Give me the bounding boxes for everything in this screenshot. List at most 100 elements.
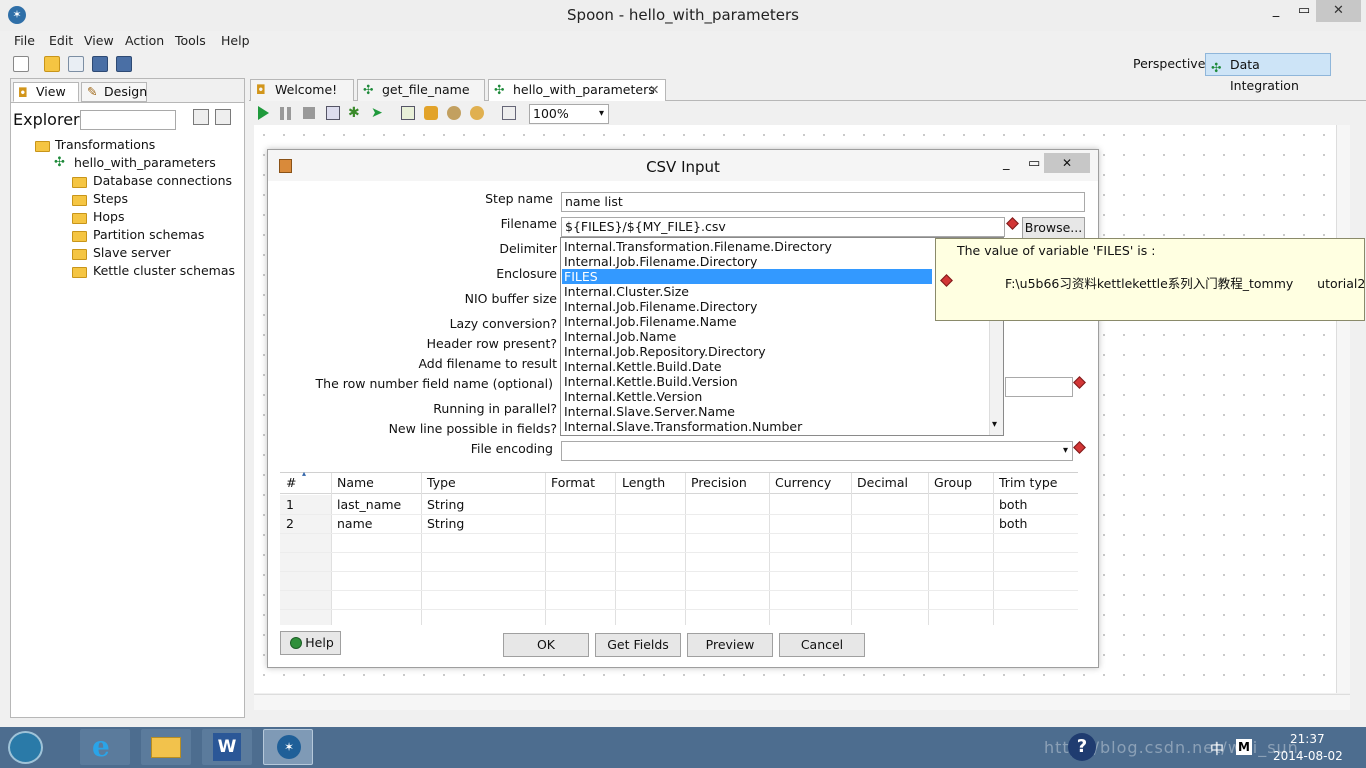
file-encoding-select[interactable]: ▾ (561, 441, 1073, 461)
scroll-down-icon[interactable]: ▾ (992, 419, 997, 430)
table-cell[interactable]: String (427, 497, 464, 512)
column-header[interactable]: # (286, 475, 296, 490)
ime-indicator[interactable]: 中 (1210, 739, 1224, 759)
list-item[interactable]: Internal.Job.Name (564, 329, 676, 344)
pause-icon[interactable] (280, 107, 291, 120)
tree-item-hops[interactable]: Hops (93, 209, 125, 224)
explore-icon[interactable] (68, 56, 84, 72)
dialog-maximize-button[interactable]: ▭ (1028, 156, 1040, 171)
menu-help[interactable]: Help (221, 33, 250, 48)
list-item-selected[interactable]: FILES (562, 269, 932, 284)
word-icon[interactable]: W (202, 729, 252, 765)
tree-item-steps[interactable]: Steps (93, 191, 128, 206)
list-item[interactable]: Internal.Slave.Server.Name (564, 404, 735, 419)
menu-edit[interactable]: Edit (49, 33, 73, 48)
table-cell[interactable]: 1 (286, 497, 294, 512)
canvas-vertical-scrollbar[interactable] (1336, 125, 1350, 693)
zoom-select[interactable]: 100% ▾ (529, 104, 609, 124)
dialog-close-button[interactable]: ✕ (1044, 153, 1090, 173)
table-cell[interactable]: 2 (286, 516, 294, 531)
list-item[interactable]: Internal.Kettle.Version (564, 389, 702, 404)
help-button[interactable]: Help (280, 631, 341, 655)
get-fields-button[interactable]: Get Fields (595, 633, 681, 657)
close-button[interactable]: ✕ (1316, 0, 1361, 22)
list-item[interactable]: Internal.Job.Filename.Directory (564, 299, 757, 314)
ok-button[interactable]: OK (503, 633, 589, 657)
perspective-button[interactable]: ✣ Data Integration (1205, 53, 1331, 93)
table-cell[interactable]: both (999, 497, 1027, 512)
table-cell[interactable]: both (999, 516, 1027, 531)
expand-all-icon[interactable] (193, 109, 209, 125)
tab-get-file-name[interactable]: ✣ get_file_name (357, 79, 485, 101)
preview-button[interactable]: Preview (687, 633, 773, 657)
tab-view[interactable]: ◘ View (13, 82, 79, 102)
column-header[interactable]: Currency (775, 475, 831, 490)
show-results-icon[interactable] (502, 106, 516, 120)
impact-icon[interactable] (424, 106, 438, 120)
column-header[interactable]: Format (551, 475, 595, 490)
tree-item-transformation[interactable]: hello_with_parameters (74, 155, 216, 170)
start-button-icon[interactable] (8, 731, 43, 764)
preview-icon[interactable] (326, 106, 340, 120)
ie-icon[interactable]: e (80, 729, 130, 765)
explore-db-icon[interactable] (470, 106, 484, 120)
replay-icon[interactable]: ➤ (371, 105, 383, 121)
browse-button[interactable]: Browse... (1022, 217, 1085, 239)
menu-tools[interactable]: Tools (175, 33, 206, 48)
dialog-minimize-button[interactable]: _ (1003, 156, 1010, 171)
file-explorer-icon[interactable] (141, 729, 191, 765)
cancel-button[interactable]: Cancel (779, 633, 865, 657)
tree-item-database-connections[interactable]: Database connections (93, 173, 232, 188)
list-item[interactable]: Internal.Cluster.Size (564, 284, 689, 299)
tab-hello-with-parameters[interactable]: ✣ hello_with_parameters ✕ (488, 79, 666, 101)
collapse-all-icon[interactable] (215, 109, 231, 125)
table-cell[interactable]: name (337, 516, 372, 531)
menu-action[interactable]: Action (125, 33, 164, 48)
column-header[interactable]: Decimal (857, 475, 908, 490)
ime-mode-icon[interactable]: M (1236, 739, 1252, 755)
stop-icon[interactable] (303, 107, 315, 119)
list-item[interactable]: Internal.Job.Repository.Directory (564, 344, 766, 359)
column-header[interactable]: Type (427, 475, 456, 490)
filename-input[interactable]: ${FILES}/${MY_FILE}.csv (561, 217, 1005, 237)
list-item[interactable]: Internal.Job.Filename.Directory (564, 254, 757, 269)
save-as-icon[interactable] (116, 56, 132, 72)
table-cell[interactable]: String (427, 516, 464, 531)
spoon-taskbar-icon[interactable]: ✶ (263, 729, 313, 765)
tree-item-partition-schemas[interactable]: Partition schemas (93, 227, 204, 242)
view-icon: ◘ (18, 85, 28, 100)
tree-root-transformations[interactable]: Transformations (55, 137, 155, 152)
tab-design[interactable]: ✎ Design (81, 82, 147, 102)
new-file-icon[interactable] (13, 56, 29, 72)
help-tray-icon[interactable]: ? (1068, 733, 1096, 761)
row-number-field-input[interactable] (1005, 377, 1073, 397)
column-header[interactable]: Precision (691, 475, 747, 490)
list-item[interactable]: Internal.Transformation.Filename.Directo… (564, 239, 832, 254)
clock-time[interactable]: 21:37 (1290, 732, 1325, 746)
list-item[interactable]: Internal.Slave.Transformation.Number (564, 419, 802, 434)
run-icon[interactable] (258, 106, 269, 120)
save-icon[interactable] (92, 56, 108, 72)
column-header[interactable]: Trim type (999, 475, 1057, 490)
column-header[interactable]: Length (622, 475, 665, 490)
sql-icon[interactable] (447, 106, 461, 120)
table-cell[interactable]: last_name (337, 497, 401, 512)
tab-welcome[interactable]: ◘ Welcome! (250, 79, 354, 101)
list-item[interactable]: Internal.Job.Filename.Name (564, 314, 737, 329)
open-folder-icon[interactable] (44, 56, 60, 72)
list-item[interactable]: Internal.Kettle.Build.Version (564, 374, 738, 389)
menu-file[interactable]: File (14, 33, 35, 48)
tree-item-kettle-cluster-schemas[interactable]: Kettle cluster schemas (93, 263, 235, 278)
menu-view[interactable]: View (84, 33, 114, 48)
close-tab-icon[interactable]: ✕ (649, 80, 659, 100)
column-header[interactable]: Group (934, 475, 972, 490)
clock-date[interactable]: 2014-08-02 (1273, 749, 1343, 763)
explorer-search-input[interactable] (80, 110, 176, 130)
list-item[interactable]: Internal.Kettle.Build.Date (564, 359, 722, 374)
step-name-input[interactable]: name list (561, 192, 1085, 212)
verify-icon[interactable] (401, 106, 415, 120)
debug-icon[interactable]: ✱ (348, 105, 360, 121)
column-header[interactable]: Name (337, 475, 374, 490)
canvas-horizontal-scrollbar[interactable] (254, 694, 1350, 710)
tree-item-slave-server[interactable]: Slave server (93, 245, 171, 260)
